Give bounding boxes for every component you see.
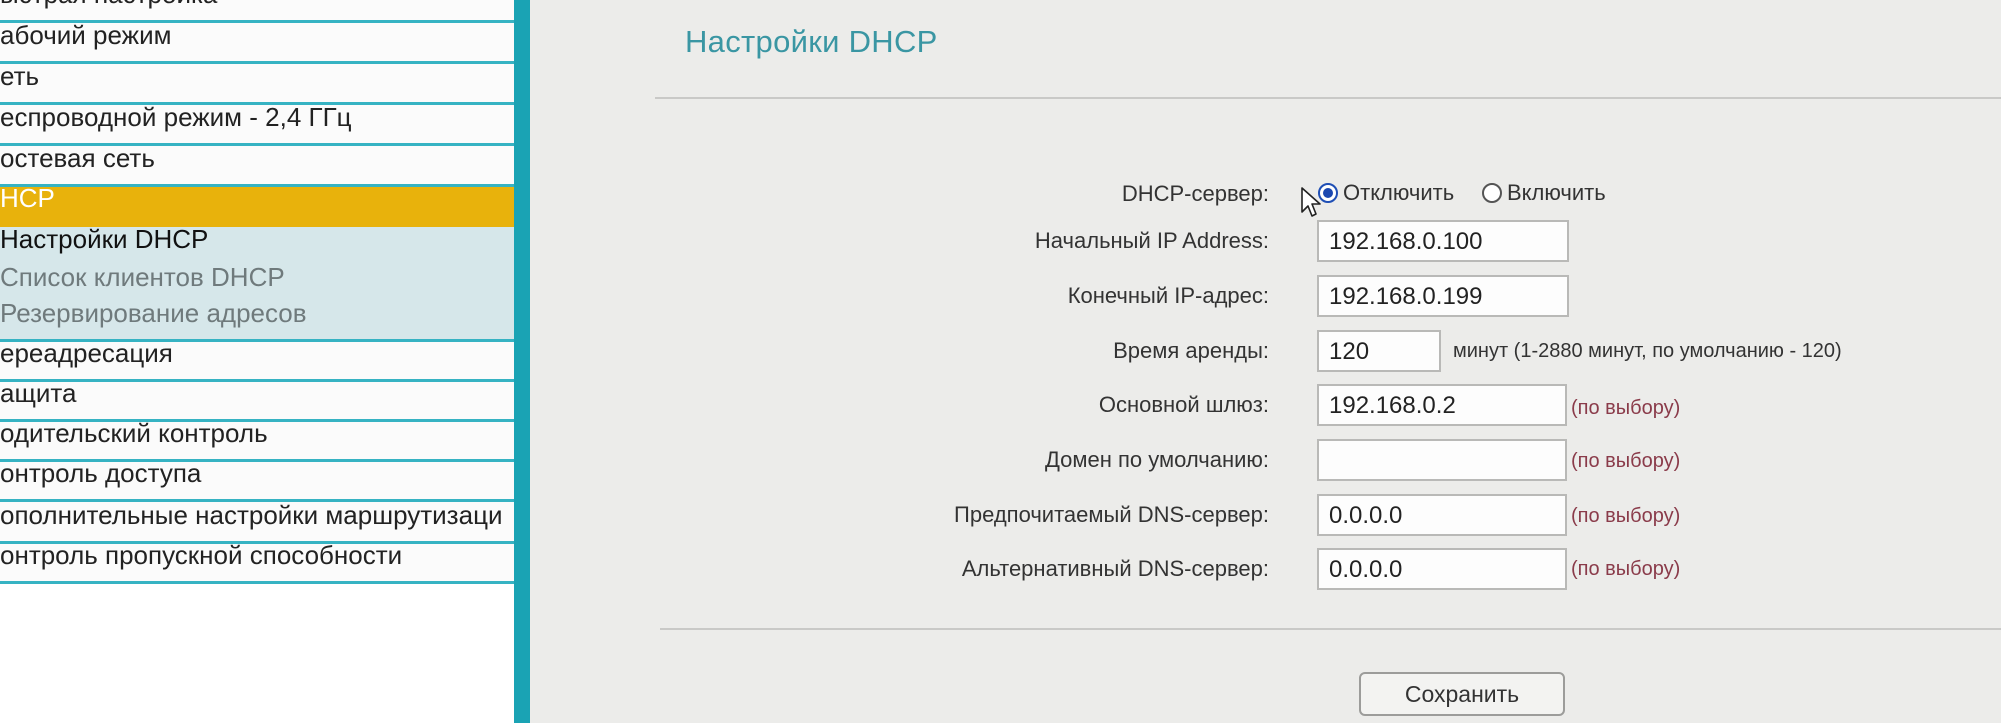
page-title: Настройки DHCP — [685, 24, 938, 59]
end-ip-field[interactable]: 192.168.0.199 — [1317, 275, 1569, 317]
gateway-label: Основной шлюз: — [1098, 392, 1269, 417]
lease-time-field[interactable]: 120 — [1317, 330, 1441, 372]
domain-field[interactable] — [1317, 439, 1567, 481]
primary-dns-label: Предпочитаемый DNS-сервер: — [954, 502, 1269, 527]
secondary-dns-optional-note: (по выбору) — [1571, 558, 1681, 580]
radio-disable-label[interactable]: Отключить — [1343, 180, 1454, 206]
primary-dns-field[interactable]: 0.0.0.0 — [1317, 494, 1567, 536]
sidebar-item-security[interactable]: ащита — [0, 382, 514, 422]
sidebar-item-network[interactable]: еть — [0, 64, 514, 105]
lease-time-hint: минут (1-2880 минут, по умолчанию - 120) — [1453, 340, 1842, 362]
sidebar-item-access-control[interactable]: онтроль доступа — [0, 462, 514, 502]
sidebar-item-bandwidth-control[interactable]: онтроль пропускной способности — [0, 544, 514, 584]
sidebar-subitem-dhcp-clients[interactable]: Список клиентов DHCP — [0, 265, 514, 303]
main-content: Настройки DHCP DHCP-сервер: Отключить Вк… — [530, 0, 2001, 723]
sidebar-subitem-dhcp-settings[interactable]: Настройки DHCP — [0, 227, 514, 265]
start-ip-field[interactable]: 192.168.0.100 — [1317, 220, 1569, 262]
gateway-optional-note: (по выбору) — [1571, 397, 1681, 419]
radio-enable-label[interactable]: Включить — [1507, 180, 1606, 206]
sidebar-item-parental-control[interactable]: одительский контроль — [0, 422, 514, 462]
radio-enable[interactable] — [1482, 183, 1502, 203]
divider — [655, 97, 2001, 99]
sidebar-item-quick-setup[interactable]: ыстрая настройка — [0, 0, 514, 23]
sidebar-nav: ыстрая настройка абочий режим еть еспров… — [0, 0, 530, 723]
lease-time-label: Время аренды: — [1113, 338, 1269, 363]
mouse-pointer-icon — [1301, 187, 1321, 217]
gateway-field[interactable]: 192.168.0.2 — [1317, 384, 1567, 426]
secondary-dns-label: Альтернативный DNS-сервер: — [961, 556, 1269, 581]
sidebar-item-guest-network[interactable]: остевая сеть — [0, 146, 514, 187]
domain-optional-note: (по выбору) — [1571, 450, 1681, 472]
sidebar-item-advanced-routing[interactable]: ополнительные настройки маршрутизаци — [0, 502, 514, 544]
sidebar-item-wireless-24[interactable]: еспроводной режим - 2,4 ГГц — [0, 105, 514, 146]
start-ip-label: Начальный IP Address: — [1034, 228, 1269, 253]
divider — [660, 628, 2001, 630]
sidebar-subitem-address-reservation[interactable]: Резервирование адресов — [0, 303, 514, 342]
save-button[interactable]: Сохранить — [1359, 672, 1565, 716]
secondary-dns-field[interactable]: 0.0.0.0 — [1317, 548, 1567, 590]
sidebar-item-operation-mode[interactable]: абочий режим — [0, 23, 514, 64]
dhcp-server-label: DHCP-сервер: — [1121, 181, 1269, 206]
primary-dns-optional-note: (по выбору) — [1571, 505, 1681, 527]
sidebar-item-forwarding[interactable]: ереадресация — [0, 342, 514, 382]
sidebar-item-dhcp[interactable]: HCP — [0, 187, 514, 227]
domain-label: Домен по умолчанию: — [1045, 447, 1269, 472]
end-ip-label: Конечный IP-адрес: — [1067, 283, 1269, 308]
